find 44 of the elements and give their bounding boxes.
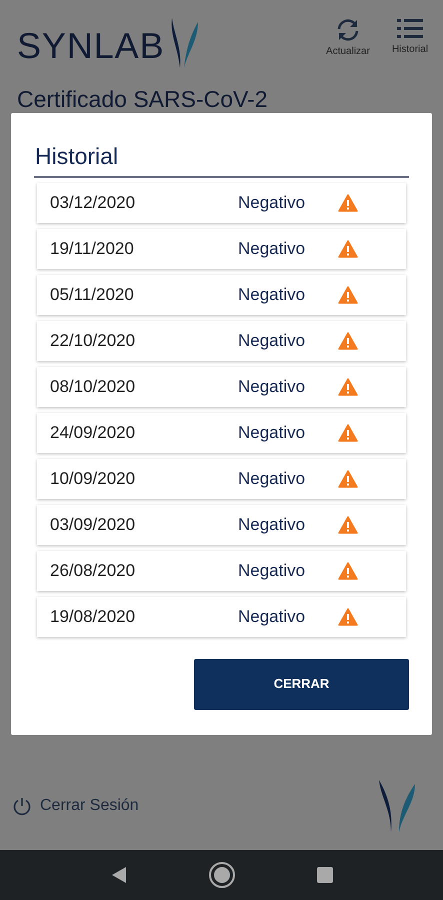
history-button[interactable]: Historial bbox=[387, 18, 433, 59]
result-text: Negativo bbox=[238, 376, 306, 398]
date-text: 05/11/2020 bbox=[50, 284, 135, 306]
history-row[interactable]: 03/09/2020 Negativo bbox=[37, 504, 406, 544]
page-title: Certificado SARS-CoV-2 bbox=[16, 85, 269, 114]
date-text: 26/08/2020 bbox=[50, 560, 136, 582]
date-text: 03/12/2020 bbox=[50, 192, 136, 214]
history-row[interactable]: 05/11/2020 Negativo bbox=[37, 274, 406, 314]
result-text: Negativo bbox=[238, 284, 306, 306]
logo-text: SYNLAB bbox=[17, 28, 164, 68]
date-text: 24/09/2020 bbox=[50, 422, 136, 444]
date-text: 03/09/2020 bbox=[50, 514, 136, 536]
recents-icon[interactable] bbox=[316, 867, 333, 883]
history-row[interactable]: 22/10/2020 Negativo bbox=[37, 320, 406, 360]
result-text: Negativo bbox=[238, 606, 306, 628]
list-icon bbox=[397, 18, 423, 40]
home-icon[interactable] bbox=[208, 861, 236, 889]
logo-mark-icon bbox=[377, 780, 417, 832]
history-row[interactable]: 03/12/2020 Negativo bbox=[37, 182, 406, 222]
result-text: Negativo bbox=[238, 422, 306, 444]
result-text: Negativo bbox=[238, 514, 306, 536]
back-icon[interactable] bbox=[110, 866, 128, 884]
date-text: 22/10/2020 bbox=[50, 330, 136, 352]
logout-button[interactable]: Cerrar Sesión bbox=[12, 794, 139, 818]
date-text: 08/10/2020 bbox=[50, 376, 136, 398]
history-row[interactable]: 26/08/2020 Negativo bbox=[37, 550, 406, 590]
history-row[interactable]: 19/08/2020 Negativo bbox=[37, 596, 406, 636]
date-text: 19/11/2020 bbox=[50, 238, 135, 260]
dialog-title: Historial bbox=[34, 139, 409, 178]
history-row[interactable]: 08/10/2020 Negativo bbox=[37, 366, 406, 406]
history-row[interactable]: 19/11/2020 Negativo bbox=[37, 228, 406, 268]
result-text: Negativo bbox=[238, 238, 306, 260]
result-text: Negativo bbox=[238, 192, 306, 214]
refresh-icon bbox=[335, 18, 361, 42]
result-text: Negativo bbox=[238, 560, 306, 582]
history-row[interactable]: 10/09/2020 Negativo bbox=[37, 458, 406, 498]
date-text: 19/08/2020 bbox=[50, 606, 136, 628]
close-button[interactable]: CERRAR bbox=[194, 658, 409, 710]
refresh-button[interactable]: Actualizar bbox=[325, 18, 371, 59]
result-text: Negativo bbox=[238, 468, 306, 490]
power-icon bbox=[12, 796, 32, 816]
date-text: 10/09/2020 bbox=[50, 468, 136, 490]
result-text: Negativo bbox=[238, 330, 306, 352]
history-row[interactable]: 24/09/2020 Negativo bbox=[37, 412, 406, 452]
